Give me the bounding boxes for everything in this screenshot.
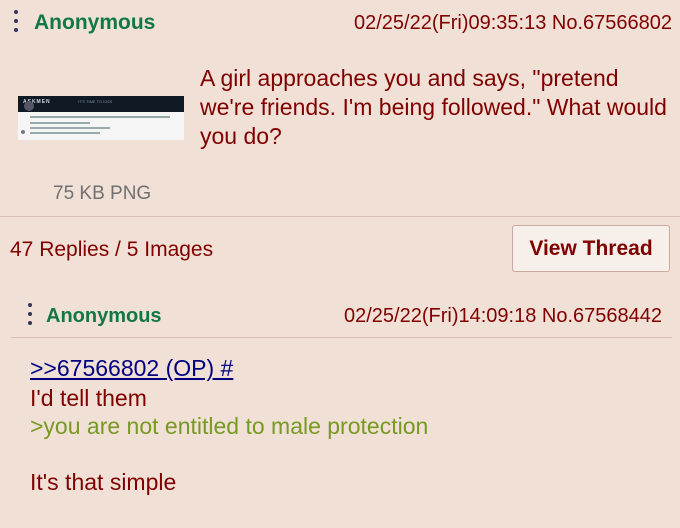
op-post-text: A girl approaches you and says, "pretend… (200, 65, 667, 149)
thumbnail-text-line (30, 127, 110, 129)
reply-poster-name: Anonymous (46, 305, 162, 327)
thumbnail-subtitle: IT'S TIME TO KISS (78, 99, 113, 104)
replies-summary: 47 Replies / 5 Images (10, 238, 214, 261)
reply-greentext: >you are not entitled to male protection (30, 413, 429, 439)
post-datetime-number[interactable]: 02/25/22(Fri)09:35:13 No.67566802 (354, 12, 672, 35)
post-menu-icon[interactable] (12, 10, 20, 38)
thumbnail-content (18, 112, 184, 140)
thumbnail-text-line (30, 132, 100, 134)
reply-header: Anonymous 02/25/22(Fri)14:09:18 No.67568… (11, 293, 672, 339)
reply-text-line: I'd tell them (30, 385, 147, 411)
reply-text-line: It's that simple (30, 469, 177, 495)
reply-divider (11, 337, 672, 338)
thumbnail-text-line (30, 122, 90, 124)
reply-menu-icon[interactable] (26, 303, 34, 329)
poster-name: Anonymous (34, 11, 156, 34)
thumbnail-text-line (30, 116, 170, 118)
op-quote-link[interactable]: >>67566802 (OP) # (30, 355, 233, 382)
file-info: 75 KB PNG (53, 183, 152, 204)
op-header: Anonymous 02/25/22(Fri)09:35:13 No.67566… (0, 0, 680, 48)
thumbnail-small-avatar-icon (21, 130, 25, 134)
post-thumbnail-image[interactable]: ASKMEN IT'S TIME TO KISS (18, 96, 184, 140)
reply-datetime-number[interactable]: 02/25/22(Fri)14:09:18 No.67568442 (344, 305, 662, 328)
reply-post: Anonymous 02/25/22(Fri)14:09:18 No.67568… (11, 293, 672, 517)
op-post: Anonymous 02/25/22(Fri)09:35:13 No.67566… (0, 0, 680, 280)
divider (0, 216, 680, 217)
thumbnail-avatar-icon (24, 101, 34, 111)
view-thread-button[interactable]: View Thread (512, 225, 670, 272)
